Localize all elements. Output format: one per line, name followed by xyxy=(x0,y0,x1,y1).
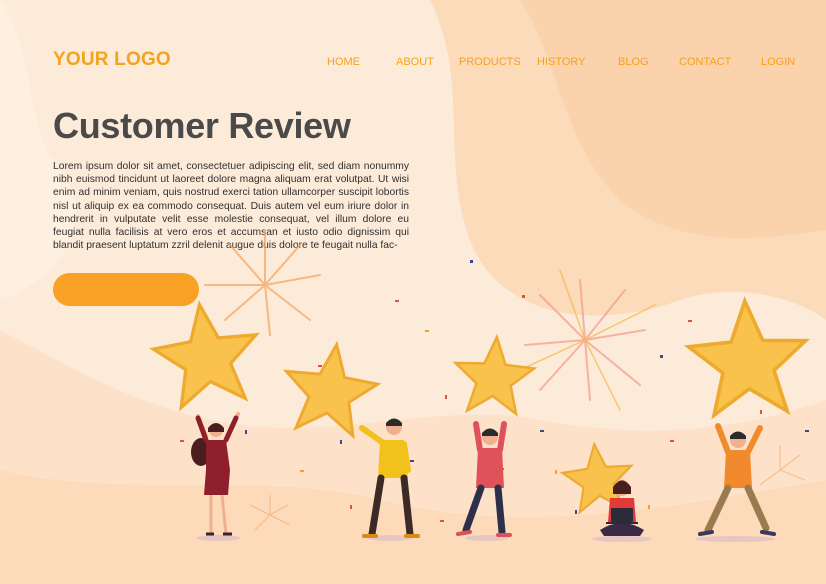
firework-burst-small xyxy=(249,445,806,531)
person-man-red xyxy=(456,421,512,537)
review-star-5 xyxy=(684,296,811,419)
review-star-3 xyxy=(451,333,538,417)
review-illustration xyxy=(146,229,811,542)
person-man-yellow xyxy=(359,418,420,538)
firework-burst-left xyxy=(204,229,321,336)
person-woman-red xyxy=(191,412,240,536)
firework-burst-right xyxy=(519,269,656,411)
landing-page: YOUR LOGO HOME ABOUT PRODUCTS HISTORY BL… xyxy=(0,0,826,584)
person-man-orange xyxy=(698,423,776,536)
ground-shadows xyxy=(196,535,775,542)
review-star-2 xyxy=(277,336,384,440)
review-star-1 xyxy=(146,295,267,412)
